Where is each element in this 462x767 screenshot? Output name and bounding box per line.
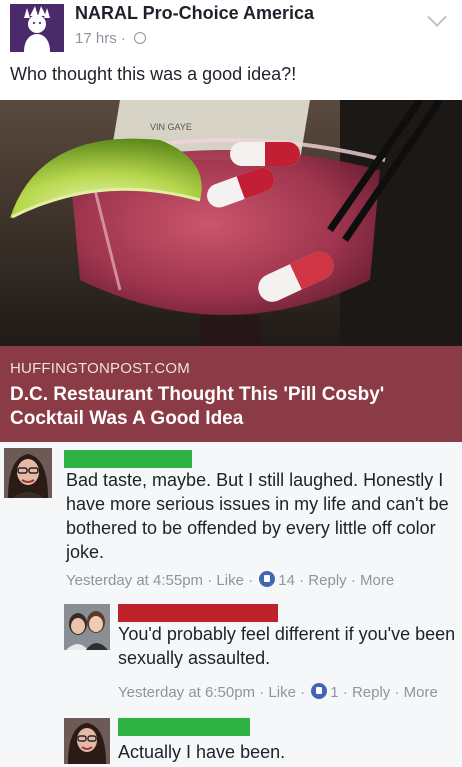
- page-name[interactable]: NARAL Pro-Choice America: [75, 3, 314, 24]
- reply-name-redacted[interactable]: [118, 604, 278, 622]
- comment-time[interactable]: Yesterday at 4:55pm: [66, 572, 203, 589]
- globe-icon: [134, 32, 147, 45]
- reply-like-count-icon: [311, 683, 328, 700]
- reply-more-button[interactable]: More: [404, 684, 438, 701]
- comment-text: Bad taste, maybe. But I still laughed. H…: [66, 470, 449, 562]
- link-title[interactable]: D.C. Restaurant Thought This 'Pill Cosby…: [10, 383, 452, 431]
- reply-reply-button[interactable]: Reply: [352, 684, 390, 701]
- reply-avatar[interactable]: [64, 604, 110, 650]
- reply2-avatar[interactable]: [64, 718, 110, 764]
- commenter-avatar[interactable]: [4, 448, 52, 498]
- link-preview-image[interactable]: VIN GAYE: [0, 100, 462, 346]
- commenter-name-redacted[interactable]: [64, 450, 192, 468]
- reply-like-count[interactable]: 1: [330, 684, 338, 701]
- meta-separator: ·: [116, 30, 131, 47]
- reply-time[interactable]: Yesterday at 6:50pm: [118, 684, 255, 701]
- post-time[interactable]: 17 hrs: [75, 30, 117, 47]
- like-button[interactable]: Like: [216, 572, 244, 589]
- link-domain: HUFFINGTONPOST.COM: [10, 360, 190, 377]
- comment-meta: Yesterday at 4:55pm · Like · 14 · Reply …: [66, 571, 395, 589]
- more-button[interactable]: More: [360, 572, 394, 589]
- reply-text: You'd probably feel different if you've …: [118, 624, 456, 668]
- like-count[interactable]: 14: [278, 572, 295, 589]
- like-count-icon: [259, 571, 276, 588]
- reply2-text: Actually I have been.: [118, 742, 286, 762]
- post-meta: 17 hrs ·: [75, 30, 147, 47]
- sign-text: VIN GAYE: [150, 122, 192, 132]
- post-text: Who thought this was a good idea?!: [10, 64, 297, 84]
- link-caption[interactable]: HUFFINGTONPOST.COM D.C. Restaurant Thoug…: [0, 346, 462, 442]
- chevron-down-icon[interactable]: [427, 7, 447, 27]
- reply-meta: Yesterday at 6:50pm · Like · 1 · Reply ·…: [118, 683, 438, 701]
- reply2-name-redacted[interactable]: [118, 718, 250, 736]
- post-header: NARAL Pro-Choice America 17 hrs ·: [0, 0, 462, 60]
- reply-button[interactable]: Reply: [308, 572, 346, 589]
- comments-section: Bad taste, maybe. But I still laughed. H…: [0, 442, 462, 767]
- page-avatar[interactable]: [10, 4, 64, 52]
- reply-like-button[interactable]: Like: [268, 684, 296, 701]
